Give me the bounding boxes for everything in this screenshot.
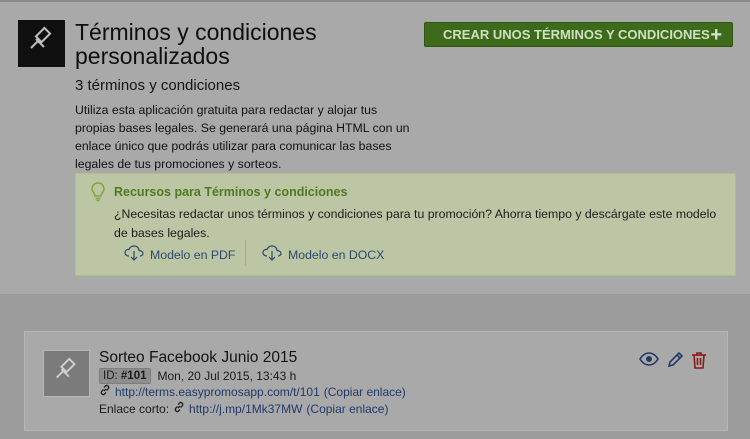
create-button-label: CREAR UNOS TÉRMINOS Y CONDICIONES (443, 27, 710, 42)
download-docx-label: Modelo en DOCX (288, 247, 385, 262)
item-meta: ID: #101 Mon, 20 Jul 2015, 13:43 h (99, 368, 296, 384)
download-docx-link[interactable]: Modelo en DOCX (262, 245, 384, 264)
item-date: Mon, 20 Jul 2015, 13:43 h (157, 369, 297, 383)
resources-box: Recursos para Términos y condiciones ¿Ne… (75, 173, 736, 276)
gavel-icon (53, 357, 81, 390)
item-url-row: http://terms.easypromosapp.com/t/101 (Co… (99, 384, 406, 399)
item-gavel-thumbnail (43, 350, 90, 397)
trash-icon[interactable] (691, 351, 707, 369)
id-value: #101 (120, 370, 147, 382)
divider (245, 240, 246, 266)
cloud-download-icon (262, 245, 282, 264)
resources-text: ¿Necesitas redactar unos términos y cond… (114, 207, 717, 240)
link-icon (173, 401, 185, 416)
short-link-label: Enlace corto: (99, 401, 170, 416)
header-panel: Términos y condiciones personalizados CR… (0, 0, 750, 294)
id-badge: ID: #101 (99, 368, 151, 384)
download-pdf-label: Modelo en PDF (150, 247, 236, 262)
terms-count: 3 términos y condiciones (75, 77, 241, 94)
item-title[interactable]: Sorteo Facebook Junio 2015 (99, 349, 297, 367)
gavel-icon (27, 26, 57, 61)
id-label: ID: (103, 370, 118, 382)
resources-title: Recursos para Términos y condiciones (114, 185, 348, 199)
item-actions (639, 351, 707, 369)
copy-link-button[interactable]: (Copiar enlace) (324, 385, 406, 399)
terms-item-card: Sorteo Facebook Junio 2015 ID: #101 Mon,… (24, 331, 728, 431)
cloud-download-icon (124, 245, 144, 264)
item-short-url-row: Enlace corto: http://j.mp/1Mk37MW (Copia… (99, 401, 388, 416)
lightbulb-icon (91, 182, 105, 207)
copy-short-link-button[interactable]: (Copiar enlace) (306, 402, 388, 416)
page-title: Términos y condiciones personalizados (75, 19, 317, 69)
plus-icon: + (710, 23, 722, 46)
app-logo (18, 20, 65, 67)
eye-icon[interactable] (639, 351, 659, 369)
download-pdf-link[interactable]: Modelo en PDF (124, 245, 235, 264)
item-url-link[interactable]: http://terms.easypromosapp.com/t/101 (115, 385, 320, 399)
link-icon (99, 384, 111, 399)
create-terms-button[interactable]: CREAR UNOS TÉRMINOS Y CONDICIONES + (424, 22, 733, 47)
pencil-icon[interactable] (666, 351, 684, 369)
short-url-link[interactable]: http://j.mp/1Mk37MW (189, 402, 302, 416)
app-description: Utiliza esta aplicación gratuita para re… (75, 103, 410, 171)
